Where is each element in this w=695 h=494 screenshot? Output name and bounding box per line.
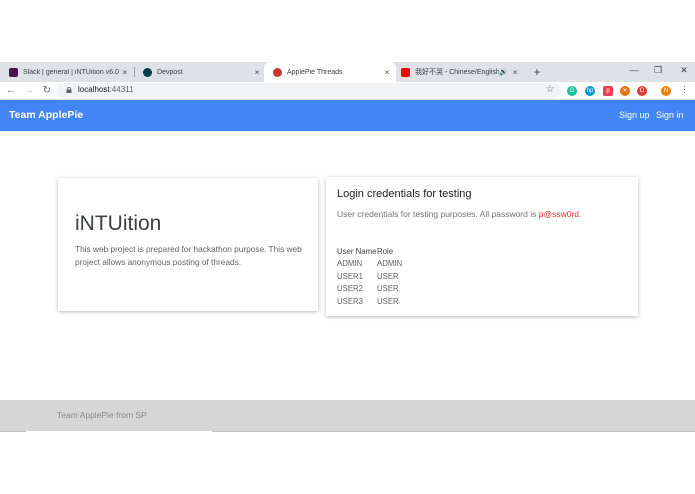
hp-icon[interactable]: hp <box>585 86 595 96</box>
top-blank-area <box>0 0 695 62</box>
close-icon[interactable]: × <box>252 68 262 77</box>
table-header-row: User Name Role <box>337 245 402 258</box>
extension-orange-icon[interactable]: ✕ <box>620 86 630 96</box>
credentials-table: User Name Role ADMIN ADMIN USER1 USER US… <box>337 245 402 308</box>
tab-youtube[interactable]: 我好不哭 - Chinese/English 🔊 × <box>392 62 524 82</box>
profile-avatar[interactable]: N <box>661 86 671 96</box>
tab-title: Slack | general | iNTUition v6.0 <box>23 68 119 76</box>
brand-link[interactable]: Team ApplePie <box>9 109 83 121</box>
grammarly-icon[interactable]: G <box>567 86 577 96</box>
column-header-username: User Name <box>337 246 377 256</box>
reload-button[interactable]: ↻ <box>40 84 54 98</box>
credentials-subtitle-end: . <box>579 209 582 219</box>
url-text[interactable]: localhost:44311 <box>78 85 133 94</box>
tab-slack[interactable]: Slack | general | iNTUition v6.0 × <box>0 62 134 82</box>
sign-in-link[interactable]: Sign in <box>656 110 684 120</box>
address-bar: ← → ↻ localhost:44311 ☆ G hp p ✕ O N ⋮ <box>0 82 695 100</box>
audio-playing-icon[interactable]: 🔊 <box>499 68 508 76</box>
footer-divider <box>26 431 212 433</box>
applepie-icon <box>273 67 282 77</box>
tab-title: 我好不哭 - Chinese/English <box>415 69 500 76</box>
username-cell: ADMIN <box>337 259 363 269</box>
intro-title: iNTUition <box>75 212 162 235</box>
column-header-role: Role <box>377 246 394 256</box>
username-cell: USER1 <box>337 271 363 281</box>
intro-card: iNTUition This web project is prepared f… <box>58 178 318 311</box>
bookmark-star-icon[interactable]: ☆ <box>544 84 556 95</box>
credentials-card: Login credentials for testing User crede… <box>326 177 638 316</box>
browser-menu-icon[interactable]: ⋮ <box>680 84 689 95</box>
tab-title: ApplePie Threads <box>287 68 343 76</box>
back-button[interactable]: ← <box>4 84 18 98</box>
close-icon[interactable]: × <box>510 68 520 77</box>
opera-icon[interactable]: O <box>637 86 647 96</box>
lock-icon[interactable] <box>66 87 72 93</box>
page-footer: Team ApplePie from SP <box>0 400 695 433</box>
table-row: USER2 USER <box>337 283 402 296</box>
username-cell: USER2 <box>337 284 363 294</box>
new-tab-button[interactable]: + <box>530 65 544 79</box>
url-host: localhost <box>78 85 110 94</box>
sign-up-link[interactable]: Sign up <box>619 110 650 120</box>
password-text: p@ssw0rd <box>538 209 580 219</box>
role-cell: USER <box>377 296 399 306</box>
tab-applepie-threads[interactable]: ApplePie Threads × <box>264 62 396 82</box>
pocket-icon[interactable]: p <box>603 86 613 96</box>
url-port: :44311 <box>109 85 134 94</box>
close-icon[interactable]: × <box>382 68 392 77</box>
table-row: USER3 USER <box>337 295 402 308</box>
app-navbar: Team ApplePie Sign up Sign in <box>0 100 695 131</box>
maximize-button[interactable]: ❐ <box>651 65 665 76</box>
table-row: USER1 USER <box>337 270 402 283</box>
slack-icon <box>9 67 18 77</box>
table-row: ADMIN ADMIN <box>337 258 402 271</box>
tab-devpost[interactable]: Devpost × <box>134 62 266 82</box>
tab-strip: Slack | general | iNTUition v6.0 × Devpo… <box>0 62 695 82</box>
minimize-button[interactable]: — <box>627 65 641 75</box>
role-cell: ADMIN <box>377 259 403 269</box>
close-icon[interactable]: × <box>120 68 130 77</box>
tab-title: Devpost <box>157 68 183 76</box>
devpost-icon <box>143 67 152 77</box>
credentials-subtitle-text: User credentials for testing purposes. A… <box>337 209 539 219</box>
window-close-button[interactable]: ✕ <box>677 65 691 76</box>
role-cell: USER <box>377 284 399 294</box>
footer-text: Team ApplePie from SP <box>57 410 147 420</box>
role-cell: USER <box>377 271 399 281</box>
username-cell: USER3 <box>337 296 363 306</box>
youtube-icon <box>401 67 410 77</box>
credentials-subtitle: User credentials for testing purposes. A… <box>337 209 581 219</box>
intro-description: This web project is prepared for hackath… <box>75 244 302 267</box>
forward-button[interactable]: → <box>22 84 36 98</box>
credentials-title: Login credentials for testing <box>337 188 472 200</box>
